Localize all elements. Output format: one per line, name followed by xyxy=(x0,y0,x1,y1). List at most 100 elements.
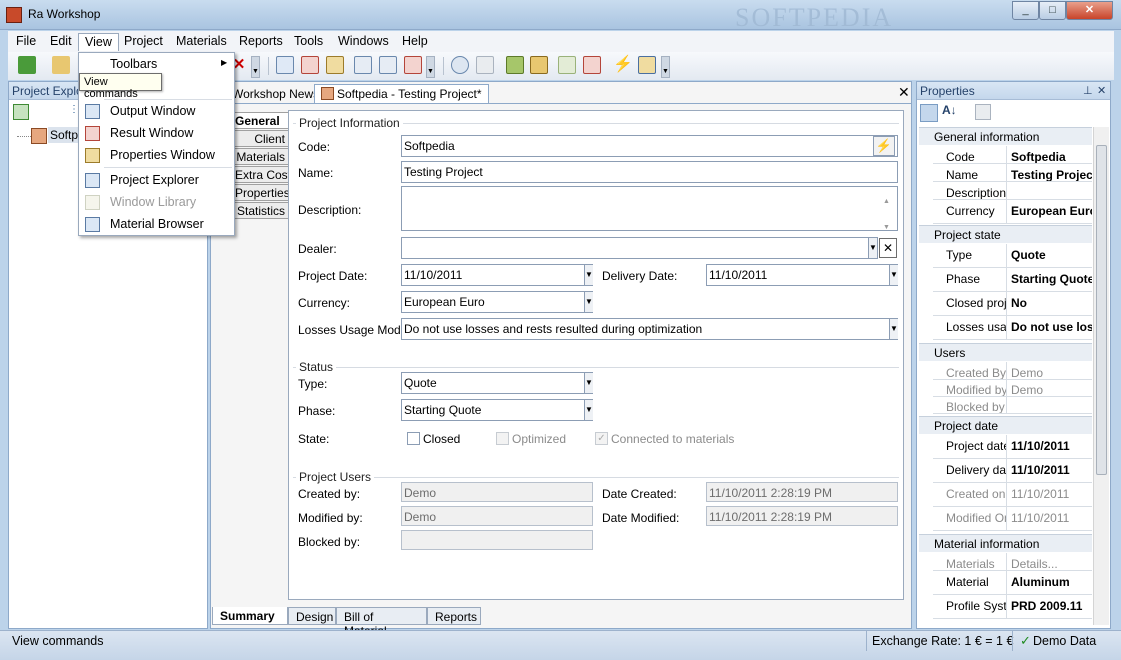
currency-select[interactable]: European Euro xyxy=(401,291,593,313)
properties-scrollbar[interactable] xyxy=(1093,127,1109,625)
clear-dealer-button[interactable]: ✕ xyxy=(879,238,897,258)
menu-windows[interactable]: Windows xyxy=(332,33,395,51)
view-menu-project-explorer[interactable]: Project Explorer xyxy=(81,170,232,191)
prop-row-phase[interactable]: Phase Starting Quote xyxy=(933,268,1092,292)
calculator-icon[interactable] xyxy=(451,56,469,74)
side-tab-properties[interactable]: Properties xyxy=(231,184,289,201)
tab-bill-of-material[interactable]: Bill of Material xyxy=(336,607,427,638)
prop-row-code[interactable]: Code Softpedia xyxy=(933,146,1092,164)
add-material-icon[interactable] xyxy=(506,56,524,74)
tab-workshop-news[interactable]: Workshop News xyxy=(225,84,326,103)
side-tab-general[interactable]: General xyxy=(231,112,289,129)
losses-select[interactable]: Do not use losses and rests resulted dur… xyxy=(401,318,898,340)
side-tab-extra-costs[interactable]: Extra Costs xyxy=(231,166,289,183)
print-icon[interactable] xyxy=(404,56,422,74)
close-button[interactable]: ✕ xyxy=(1066,1,1113,20)
menu-file[interactable]: File xyxy=(10,33,42,51)
view-menu-output-window[interactable]: Output Window xyxy=(81,101,232,122)
pin-icon[interactable]: ⊥ xyxy=(1083,84,1093,97)
lightning-icon[interactable]: ⚡ xyxy=(613,56,633,74)
report-icon[interactable] xyxy=(379,56,397,74)
maximize-button[interactable]: □ xyxy=(1039,1,1066,20)
tab-design[interactable]: Design xyxy=(288,607,336,625)
prop-section-users[interactable]: Users xyxy=(919,343,1092,361)
close-properties-icon[interactable]: ✕ xyxy=(1097,84,1106,97)
prop-row-type[interactable]: Type Quote xyxy=(933,244,1092,268)
prop-row-name[interactable]: Name Testing Project xyxy=(933,164,1092,182)
view-menu-result-window[interactable]: Result Window xyxy=(81,123,232,144)
name-input[interactable]: Testing Project xyxy=(401,161,898,183)
import-icon[interactable] xyxy=(558,56,576,74)
refresh-icon[interactable] xyxy=(13,104,29,120)
description-input[interactable] xyxy=(401,186,898,231)
properties-icon[interactable] xyxy=(326,56,344,74)
delivery-date-dropdown[interactable]: ▼ xyxy=(889,265,898,285)
sort-alpha-icon[interactable]: A↓ xyxy=(942,103,957,117)
prop-row-created-by[interactable]: Created By Demo xyxy=(933,362,1092,380)
scrollbar-thumb[interactable] xyxy=(1096,145,1107,475)
categorized-icon[interactable] xyxy=(920,104,938,122)
side-tab-statistics[interactable]: Statistics xyxy=(231,202,289,219)
menu-tools[interactable]: Tools xyxy=(288,33,329,51)
tab-reports[interactable]: Reports xyxy=(427,607,481,625)
toolbar-overflow-3[interactable]: ▼ xyxy=(661,56,670,78)
tab-summary[interactable]: Summary xyxy=(212,607,288,625)
open-folder-icon[interactable] xyxy=(52,56,70,74)
code-input[interactable]: Softpedia xyxy=(401,135,898,157)
prop-row-project-date[interactable]: Project date 11/10/2011 xyxy=(933,435,1092,459)
generate-code-button[interactable]: ⚡ xyxy=(873,136,895,156)
phase-dropdown[interactable]: ▼ xyxy=(584,400,593,420)
prop-row-modified-by[interactable]: Modified by Demo xyxy=(933,379,1092,397)
prop-row-currency[interactable]: Currency European Euro xyxy=(933,200,1092,224)
minimize-button[interactable]: _ xyxy=(1012,1,1039,20)
prop-row-description[interactable]: Description xyxy=(933,182,1092,200)
toolbar-overflow-2[interactable]: ▼ xyxy=(426,56,435,78)
prop-row-materials[interactable]: Materials Details... xyxy=(933,553,1092,571)
optimize-icon[interactable] xyxy=(476,56,494,74)
type-dropdown[interactable]: ▼ xyxy=(584,373,593,393)
prop-row-delivery-date[interactable]: Delivery date 11/10/2011 xyxy=(933,459,1092,483)
menu-reports[interactable]: Reports xyxy=(233,33,289,51)
export-icon[interactable] xyxy=(583,56,601,74)
menu-view[interactable]: View xyxy=(78,33,119,51)
phase-select[interactable]: Starting Quote xyxy=(401,399,593,421)
list-icon[interactable] xyxy=(276,56,294,74)
menu-materials[interactable]: Materials xyxy=(170,33,233,51)
prop-row-losses[interactable]: Losses usage Do not use losses xyxy=(933,316,1092,340)
side-tab-client[interactable]: Client xyxy=(231,130,289,147)
document-icon[interactable] xyxy=(354,56,372,74)
menu-edit[interactable]: Edit xyxy=(44,33,78,51)
prop-section-general[interactable]: General information xyxy=(919,127,1092,145)
close-document-icon[interactable]: ✕ xyxy=(898,84,910,101)
view-menu-properties-window[interactable]: Properties Window xyxy=(81,145,232,166)
remove-icon[interactable] xyxy=(301,56,319,74)
description-scroll[interactable]: ▲ ▼ xyxy=(883,189,890,241)
toolbar-overflow[interactable]: ▼ xyxy=(251,56,260,78)
dealer-dropdown-arrow[interactable]: ▼ xyxy=(868,238,877,258)
prop-row-profile-system[interactable]: Profile System PRD 2009.11 xyxy=(933,595,1092,619)
losses-dropdown[interactable]: ▼ xyxy=(889,319,898,339)
settings-icon[interactable] xyxy=(638,56,656,74)
view-menu-toolbars[interactable]: Toolbars ▶ xyxy=(81,54,232,75)
closed-checkbox[interactable] xyxy=(407,432,420,445)
side-tab-materials[interactable]: Materials xyxy=(231,148,289,165)
project-date-dropdown[interactable]: ▼ xyxy=(584,265,593,285)
menu-project[interactable]: Project xyxy=(118,33,169,51)
prop-section-date[interactable]: Project date xyxy=(919,416,1092,434)
menu-help[interactable]: Help xyxy=(396,33,434,51)
prop-row-created-on[interactable]: Created on 11/10/2011 xyxy=(933,483,1092,507)
prop-row-closed[interactable]: Closed project No xyxy=(933,292,1092,316)
prop-row-modified-on[interactable]: Modified On 11/10/2011 xyxy=(933,507,1092,531)
type-select[interactable]: Quote xyxy=(401,372,593,394)
view-menu-material-browser[interactable]: Material Browser xyxy=(81,214,232,235)
currency-dropdown[interactable]: ▼ xyxy=(584,292,593,312)
prop-row-blocked-by[interactable]: Blocked by xyxy=(933,396,1092,414)
project-date-input[interactable]: 11/10/2011 xyxy=(401,264,593,286)
prop-section-material[interactable]: Material information xyxy=(919,534,1092,552)
delivery-date-input[interactable]: 11/10/2011 xyxy=(706,264,898,286)
dealer-select[interactable]: ▼ xyxy=(401,237,878,259)
new-project-icon[interactable] xyxy=(18,56,36,74)
tab-testing-project[interactable]: Softpedia - Testing Project* xyxy=(314,84,489,103)
prop-row-material[interactable]: Material Aluminum xyxy=(933,571,1092,595)
material-browser-icon[interactable] xyxy=(530,56,548,74)
